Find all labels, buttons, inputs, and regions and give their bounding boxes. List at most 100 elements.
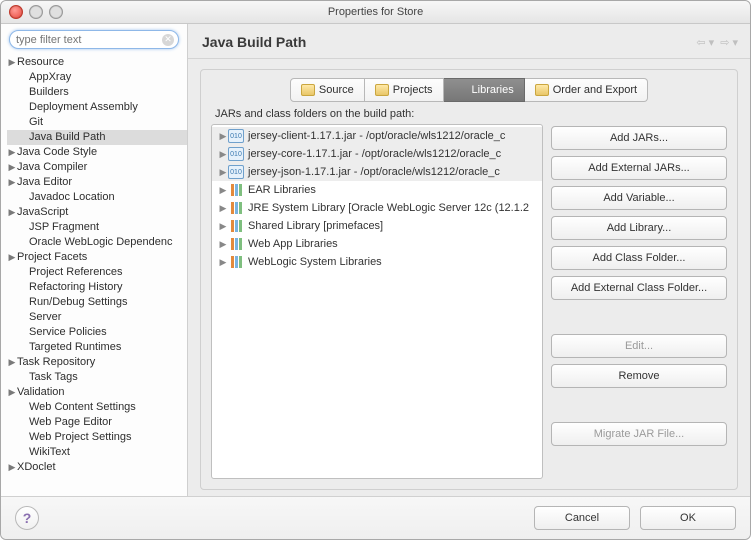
add-variable-button[interactable]: Add Variable... <box>551 186 727 210</box>
classpath-list[interactable]: ▶010jersey-client-1.17.1.jar - /opt/orac… <box>211 124 543 479</box>
nav-forward-icon[interactable]: ⇨ ▾ <box>720 36 738 49</box>
sidebar-item[interactable]: ▶Project References <box>7 265 187 280</box>
sidebar-item-label: Refactoring History <box>29 280 123 295</box>
sidebar-item-label: Task Repository <box>17 355 95 370</box>
disclosure-arrow-icon[interactable]: ▶ <box>218 131 228 142</box>
sidebar-item[interactable]: ▶JSP Fragment <box>7 220 187 235</box>
add-external-class-folder-button[interactable]: Add External Class Folder... <box>551 276 727 300</box>
disclosure-arrow-icon[interactable]: ▶ <box>218 149 228 160</box>
disclosure-arrow-icon[interactable]: ▶ <box>7 460 17 475</box>
sidebar-item[interactable]: ▶Java Code Style <box>7 145 187 160</box>
add-jars-button[interactable]: Add JARs... <box>551 126 727 150</box>
add-class-folder-button[interactable]: Add Class Folder... <box>551 246 727 270</box>
classpath-entry[interactable]: ▶010jersey-core-1.17.1.jar - /opt/oracle… <box>212 145 542 163</box>
disclosure-arrow-icon[interactable]: ▶ <box>218 167 228 178</box>
nav-back-icon[interactable]: ⇦ ▾ <box>696 36 714 49</box>
sidebar-item[interactable]: ▶Git <box>7 115 187 130</box>
sidebar-item[interactable]: ▶Java Build Path <box>7 130 187 145</box>
classpath-entry[interactable]: ▶Shared Library [primefaces] <box>212 217 542 235</box>
sidebar-item-label: Deployment Assembly <box>29 100 138 115</box>
tab-order-and-export[interactable]: Order and Export <box>525 78 648 102</box>
disclosure-arrow-icon[interactable]: ▶ <box>7 355 17 370</box>
sidebar-item[interactable]: ▶Java Compiler <box>7 160 187 175</box>
sidebar-item[interactable]: ▶Project Facets <box>7 250 187 265</box>
classpath-entry[interactable]: ▶010jersey-json-1.17.1.jar - /opt/oracle… <box>212 163 542 181</box>
close-window-button[interactable] <box>9 5 23 19</box>
sidebar-item-label: Project Facets <box>17 250 87 265</box>
classpath-entry[interactable]: ▶JRE System Library [Oracle WebLogic Ser… <box>212 199 542 217</box>
sidebar-item[interactable]: ▶Server <box>7 310 187 325</box>
sidebar-item[interactable]: ▶Targeted Runtimes <box>7 340 187 355</box>
libraries-icon <box>454 84 468 96</box>
tab-label: Source <box>319 84 354 96</box>
sidebar-item[interactable]: ▶XDoclet <box>7 460 187 475</box>
help-icon[interactable]: ? <box>15 506 39 530</box>
sidebar-item[interactable]: ▶Web Project Settings <box>7 430 187 445</box>
disclosure-arrow-icon[interactable]: ▶ <box>7 175 17 190</box>
tab-libraries[interactable]: Libraries <box>444 78 525 102</box>
sidebar-item[interactable]: ▶Builders <box>7 85 187 100</box>
sidebar-item[interactable]: ▶Resource <box>7 55 187 70</box>
remove-button[interactable]: Remove <box>551 364 727 388</box>
sidebar-item-label: Web Project Settings <box>29 430 132 445</box>
tab-source[interactable]: Source <box>290 78 365 102</box>
classpath-entry[interactable]: ▶ WebLogic System Libraries <box>212 253 542 271</box>
classpath-entry[interactable]: ▶010jersey-client-1.17.1.jar - /opt/orac… <box>212 127 542 145</box>
add-library-button[interactable]: Add Library... <box>551 216 727 240</box>
sidebar-item-label: AppXray <box>29 70 71 85</box>
disclosure-arrow-icon[interactable]: ▶ <box>7 250 17 265</box>
disclosure-arrow-icon[interactable]: ▶ <box>218 257 228 268</box>
disclosure-arrow-icon[interactable]: ▶ <box>7 205 17 220</box>
classpath-entry-label: WebLogic System Libraries <box>248 256 382 268</box>
filter-field[interactable]: ✕ <box>9 30 179 49</box>
category-sidebar: ✕ ▶Resource▶AppXray▶Builders▶Deployment … <box>1 24 188 496</box>
folder-icon <box>375 84 389 96</box>
window-controls <box>9 5 63 19</box>
sidebar-item[interactable]: ▶Deployment Assembly <box>7 100 187 115</box>
disclosure-arrow-icon[interactable]: ▶ <box>218 221 228 232</box>
sidebar-item[interactable]: ▶WikiText <box>7 445 187 460</box>
tab-projects[interactable]: Projects <box>365 78 444 102</box>
zoom-window-button[interactable] <box>49 5 63 19</box>
add-external-jars-button[interactable]: Add External JARs... <box>551 156 727 180</box>
sidebar-item[interactable]: ▶JavaScript <box>7 205 187 220</box>
cancel-button[interactable]: Cancel <box>534 506 630 530</box>
library-icon <box>228 255 244 269</box>
sidebar-item-label: Oracle WebLogic Dependenc <box>29 235 173 250</box>
disclosure-arrow-icon[interactable]: ▶ <box>218 203 228 214</box>
sidebar-item-label: Web Page Editor <box>29 415 112 430</box>
list-heading: JARs and class folders on the build path… <box>215 108 727 120</box>
disclosure-arrow-icon[interactable]: ▶ <box>7 385 17 400</box>
disclosure-arrow-icon[interactable]: ▶ <box>7 160 17 175</box>
buildpath-tabs: Source ProjectsLibraries Order and Export <box>211 78 727 102</box>
sidebar-item[interactable]: ▶Java Editor <box>7 175 187 190</box>
disclosure-arrow-icon[interactable]: ▶ <box>7 55 17 70</box>
sidebar-item[interactable]: ▶Validation <box>7 385 187 400</box>
disclosure-arrow-icon[interactable]: ▶ <box>7 145 17 160</box>
sidebar-item[interactable]: ▶Task Tags <box>7 370 187 385</box>
sidebar-item-label: Java Compiler <box>17 160 87 175</box>
sidebar-item[interactable]: ▶Task Repository <box>7 355 187 370</box>
clear-filter-icon[interactable]: ✕ <box>162 34 174 46</box>
sidebar-item[interactable]: ▶Service Policies <box>7 325 187 340</box>
disclosure-arrow-icon[interactable]: ▶ <box>218 185 228 196</box>
classpath-entry-label: EAR Libraries <box>248 184 316 196</box>
classpath-entry[interactable]: ▶Web App Libraries <box>212 235 542 253</box>
sidebar-item[interactable]: ▶Web Content Settings <box>7 400 187 415</box>
history-nav: ⇦ ▾ ⇨ ▾ <box>696 36 738 49</box>
classpath-entry[interactable]: ▶ EAR Libraries <box>212 181 542 199</box>
sidebar-item[interactable]: ▶Javadoc Location <box>7 190 187 205</box>
sidebar-item[interactable]: ▶Web Page Editor <box>7 415 187 430</box>
ok-button[interactable]: OK <box>640 506 736 530</box>
minimize-window-button[interactable] <box>29 5 43 19</box>
sidebar-item[interactable]: ▶AppXray <box>7 70 187 85</box>
sidebar-item-label: Server <box>29 310 61 325</box>
page-title: Java Build Path <box>202 34 306 50</box>
sidebar-item[interactable]: ▶Oracle WebLogic Dependenc <box>7 235 187 250</box>
sidebar-item[interactable]: ▶Run/Debug Settings <box>7 295 187 310</box>
tab-label: Order and Export <box>553 84 637 96</box>
filter-input[interactable] <box>14 34 162 46</box>
sidebar-item[interactable]: ▶Refactoring History <box>7 280 187 295</box>
disclosure-arrow-icon[interactable]: ▶ <box>218 239 228 250</box>
sidebar-item-label: Project References <box>29 265 123 280</box>
